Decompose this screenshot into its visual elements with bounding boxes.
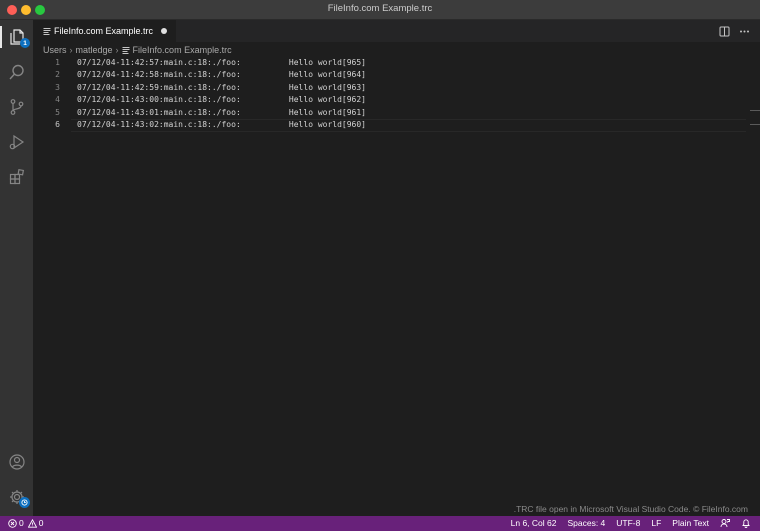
line-number: 2 <box>55 70 60 80</box>
search-icon <box>8 64 24 79</box>
account-icon <box>8 453 25 470</box>
title-bar: FileInfo.com Example.trc <box>0 0 760 20</box>
manage-button[interactable] <box>6 486 30 508</box>
activity-bar: 1 <box>0 20 33 516</box>
bell-icon <box>742 519 750 528</box>
source-control-icon <box>10 98 23 115</box>
line-text[interactable]: 07/12/04-11:42:58:main.c:18:./foo: Hello… <box>77 69 366 81</box>
explorer-badge: 1 <box>20 38 30 48</box>
search-button[interactable] <box>6 61 27 82</box>
text-file-icon <box>122 46 130 54</box>
extensions-icon <box>9 168 24 184</box>
code-line[interactable]: 6 07/12/04-11:43:02:main.c:18:./foo: Hel… <box>33 119 760 131</box>
feedback-icon <box>720 519 730 528</box>
clock-icon <box>21 499 28 506</box>
explorer-button[interactable]: 1 <box>6 26 30 48</box>
line-number: 5 <box>55 107 60 117</box>
indentation[interactable]: Spaces: 4 <box>567 518 605 528</box>
unsaved-indicator[interactable] <box>161 28 168 34</box>
chevron-right-icon: › <box>115 44 119 55</box>
split-editor-button[interactable] <box>718 25 730 37</box>
breadcrumb-item[interactable]: FileInfo.com Example.trc <box>133 45 232 55</box>
chevron-right-icon: › <box>69 44 73 55</box>
line-ending[interactable]: LF <box>651 518 661 528</box>
encoding[interactable]: UTF-8 <box>616 518 640 528</box>
more-actions-button[interactable] <box>738 25 750 37</box>
problems-indicator[interactable]: 0 0 <box>8 518 43 528</box>
source-control-button[interactable] <box>6 96 27 117</box>
run-debug-icon <box>9 134 24 149</box>
extensions-button[interactable] <box>6 166 27 187</box>
feedback-button[interactable] <box>720 518 730 528</box>
line-text[interactable]: 07/12/04-11:43:01:main.c:18:./foo: Hello… <box>77 107 366 119</box>
tab-bar: FileInfo.com Example.trc <box>33 20 760 42</box>
line-text[interactable]: 07/12/04-11:43:02:main.c:18:./foo: Hello… <box>77 119 366 131</box>
status-bar: 0 0 Ln 6, Col 62 Spaces: 4 UTF-8 LF Plai… <box>0 516 760 531</box>
ellipsis-icon <box>739 30 749 32</box>
line-number: 1 <box>55 58 60 67</box>
breadcrumb-item[interactable]: matledge <box>76 45 113 55</box>
warning-icon <box>27 518 37 528</box>
code-line[interactable]: 1 07/12/04-11:42:57:main.c:18:./foo: Hel… <box>33 57 760 69</box>
error-count: 0 <box>19 518 24 528</box>
window-title: FileInfo.com Example.trc <box>327 3 433 14</box>
warning-count: 0 <box>38 518 44 528</box>
breadcrumb-item[interactable]: Users <box>43 45 67 55</box>
line-text[interactable]: 07/12/04-11:42:57:main.c:18:./foo: Hello… <box>77 57 366 69</box>
split-editor-icon <box>719 26 729 36</box>
update-badge <box>19 497 30 508</box>
editor-tab[interactable]: FileInfo.com Example.trc <box>33 20 176 42</box>
code-editor[interactable]: 1 07/12/04-11:42:57:main.c:18:./foo: Hel… <box>33 57 760 516</box>
cursor-position[interactable]: Ln 6, Col 62 <box>511 518 557 528</box>
code-line[interactable]: 5 07/12/04-11:43:01:main.c:18:./foo: Hel… <box>33 107 760 119</box>
notifications-button[interactable] <box>741 518 751 528</box>
scrollbar-marker <box>750 124 760 125</box>
line-text[interactable]: 07/12/04-11:43:00:main.c:18:./foo: Hello… <box>77 94 366 106</box>
line-number: 6 <box>55 120 60 129</box>
line-number: 3 <box>55 82 60 92</box>
accounts-button[interactable] <box>6 451 27 472</box>
breadcrumb: Users › matledge › FileInfo.com Example.… <box>33 42 760 57</box>
error-icon <box>8 518 17 528</box>
run-debug-button[interactable] <box>6 131 27 152</box>
code-line[interactable]: 2 07/12/04-11:42:58:main.c:18:./foo: Hel… <box>33 69 760 81</box>
code-line[interactable]: 4 07/12/04-11:43:00:main.c:18:./foo: Hel… <box>33 94 760 106</box>
language-mode[interactable]: Plain Text <box>672 518 709 528</box>
code-line[interactable]: 3 07/12/04-11:42:59:main.c:18:./foo: Hel… <box>33 82 760 94</box>
tab-label: FileInfo.com Example.trc <box>54 26 154 36</box>
text-file-icon <box>43 28 51 35</box>
line-number: 4 <box>55 95 60 105</box>
watermark: .TRC file open in Microsoft Visual Studi… <box>513 504 748 514</box>
scrollbar-marker <box>750 110 760 111</box>
line-text[interactable]: 07/12/04-11:42:59:main.c:18:./foo: Hello… <box>77 82 366 94</box>
active-indicator <box>0 26 2 48</box>
